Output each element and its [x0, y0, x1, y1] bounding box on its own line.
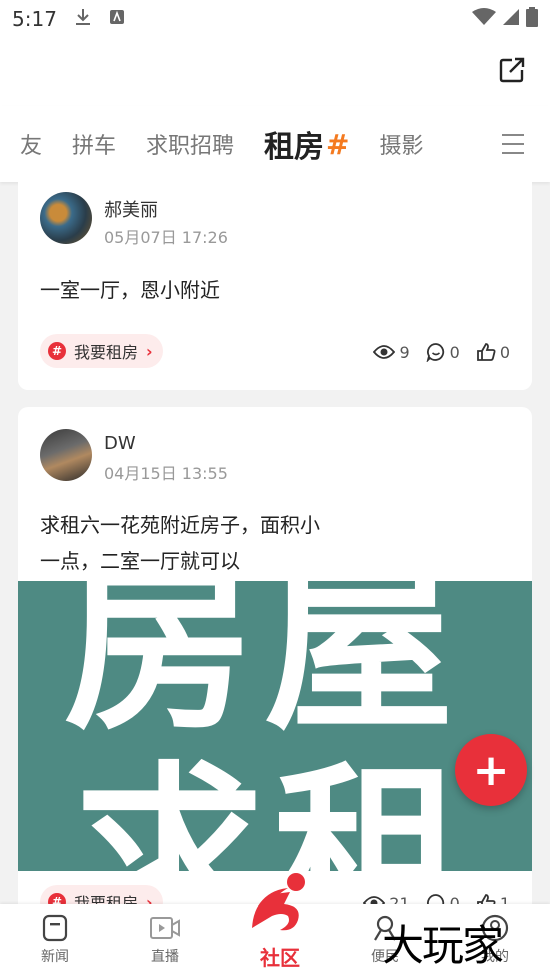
image-text-top: 房屋 — [64, 581, 465, 756]
category-tabs: 友 拼车 求职招聘 租房 # 摄影 — [0, 106, 550, 182]
views-stat: 9 — [373, 342, 410, 362]
tab-jobs[interactable]: 求职招聘 — [146, 128, 234, 160]
nav-live[interactable]: 直播 — [130, 914, 200, 966]
tab-rental[interactable]: 租房 # — [264, 122, 349, 166]
post-date: 04月15日 13:55 — [104, 464, 228, 483]
comment-icon — [426, 343, 444, 362]
wifi-icon — [472, 8, 496, 30]
app-notification-icon — [109, 9, 125, 29]
avatar[interactable] — [40, 192, 92, 244]
like-button[interactable]: 0 — [476, 342, 510, 362]
menu-icon[interactable] — [502, 134, 524, 154]
top-bar — [0, 38, 550, 106]
post-date: 05月07日 17:26 — [104, 228, 228, 247]
comments-count: 0 — [449, 342, 460, 362]
topic-tag[interactable]: # 我要租房 › — [40, 334, 163, 368]
news-icon — [42, 914, 68, 942]
tab-rental-label: 租房 — [264, 130, 325, 165]
tab-photography[interactable]: 摄影 — [380, 128, 424, 160]
thumbs-up-icon — [476, 343, 496, 361]
nav-community[interactable]: 社区 — [240, 870, 320, 971]
post-stats: 9 0 0 — [373, 342, 510, 362]
likes-count: 0 — [499, 342, 510, 362]
video-icon — [150, 917, 180, 939]
avatar[interactable] — [40, 429, 92, 481]
plus-icon: + — [472, 744, 510, 796]
nav-news[interactable]: 新闻 — [20, 914, 90, 966]
post-card[interactable]: 郝美丽 05月07日 17:26 一室一厅，恩小附近 # 我要租房 › 9 0 … — [18, 178, 532, 390]
chevron-right-icon: › — [146, 341, 153, 361]
author-name: 郝美丽 — [104, 200, 158, 221]
author-name: DW — [104, 433, 136, 454]
tab-hash-icon: # — [326, 127, 350, 161]
post-content-line: 求租六一花苑附近房子，面积小 — [40, 513, 320, 537]
post-image[interactable]: 房屋 求租 — [18, 581, 532, 871]
download-icon — [75, 8, 91, 30]
nav-news-label: 新闻 — [41, 949, 69, 965]
status-bar: 5:17 — [0, 0, 550, 38]
post-content-line: 一点，二室一厅就可以 — [40, 549, 240, 573]
views-count: 9 — [399, 342, 410, 362]
signal-icon — [502, 8, 520, 30]
nav-live-label: 直播 — [151, 949, 179, 965]
add-post-button[interactable]: + — [455, 734, 527, 806]
comment-button[interactable]: 0 — [426, 342, 460, 362]
battery-icon — [526, 7, 538, 31]
tab-friends[interactable]: 友 — [20, 128, 42, 160]
status-time: 5:17 — [12, 7, 57, 31]
topic-tag-label: 我要租房 — [74, 343, 139, 362]
hashtag-icon: # — [48, 342, 66, 360]
image-text-bottom: 求租 — [74, 745, 475, 872]
tab-carpool[interactable]: 拼车 — [72, 128, 116, 160]
post-content: 一室一厅，恩小附近 — [40, 278, 220, 302]
watermark-logo: 大玩家 — [382, 921, 504, 970]
share-icon[interactable] — [498, 56, 526, 84]
nav-community-label: 社区 — [260, 946, 300, 970]
community-logo-icon — [252, 873, 305, 931]
eye-icon — [373, 345, 396, 359]
post-content: 求租六一花苑附近房子，面积小 一点，二室一厅就可以 — [40, 507, 380, 579]
